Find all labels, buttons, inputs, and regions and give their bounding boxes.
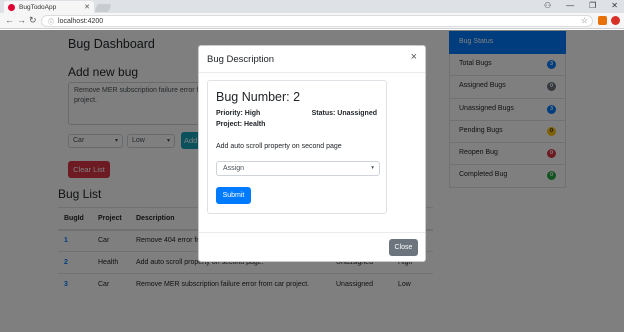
browser-tab[interactable]: BugTodoApp ✕ <box>4 1 94 13</box>
bug-number: Bug Number: 2 <box>216 90 301 104</box>
bug-detail-card: Bug Number: 2 Priority: High Status: Una… <box>207 80 387 214</box>
window-controls: ⚇ — ❐ ✕ <box>544 1 618 10</box>
angular-favicon-icon <box>8 3 15 11</box>
close-button[interactable]: Close <box>389 239 418 256</box>
new-tab-button[interactable] <box>94 4 112 12</box>
back-icon[interactable]: ← <box>5 15 14 25</box>
minimize-icon[interactable]: — <box>566 1 574 10</box>
extension-icon-2[interactable] <box>611 16 620 25</box>
submit-button[interactable]: Submit <box>216 187 251 204</box>
modal-footer: Close <box>199 232 425 263</box>
assign-select-value: Assign <box>223 165 245 172</box>
browser-toolbar: ← → ↻ ⓘ localhost:4200 ☆ <box>0 13 624 29</box>
bug-priority-label: Priority: High <box>216 110 261 117</box>
assign-select[interactable]: Assign ▾ <box>216 161 380 176</box>
address-bar[interactable]: ⓘ localhost:4200 ☆ <box>41 15 593 27</box>
restore-icon[interactable]: ❐ <box>589 1 596 10</box>
window-close-icon[interactable]: ✕ <box>611 1 618 10</box>
close-icon[interactable]: × <box>411 51 417 63</box>
info-icon[interactable]: ⓘ <box>48 17 54 26</box>
bug-description-modal: Bug Description × Bug Number: 2 Priority… <box>198 45 426 262</box>
bug-project-label: Project: Health <box>216 121 266 128</box>
bug-description-text: Add auto scroll property on second page <box>216 143 342 150</box>
url-text[interactable]: localhost:4200 <box>58 18 103 25</box>
bookmark-star-icon[interactable]: ☆ <box>581 16 588 25</box>
reload-icon[interactable]: ↻ <box>29 15 37 26</box>
tab-close-icon[interactable]: ✕ <box>84 3 90 11</box>
forward-icon[interactable]: → <box>17 15 26 25</box>
profile-icon[interactable]: ⚇ <box>544 1 551 10</box>
modal-title: Bug Description <box>207 54 275 65</box>
tab-title: BugTodoApp <box>19 3 57 11</box>
modal-header: Bug Description × <box>199 46 425 73</box>
extension-icon[interactable] <box>598 16 607 25</box>
chevron-down-icon: ▾ <box>371 165 374 171</box>
browser-tabbar: BugTodoApp ✕ ⚇ — ❐ ✕ <box>0 0 624 13</box>
bug-status-label: Status: Unassigned <box>311 110 377 117</box>
